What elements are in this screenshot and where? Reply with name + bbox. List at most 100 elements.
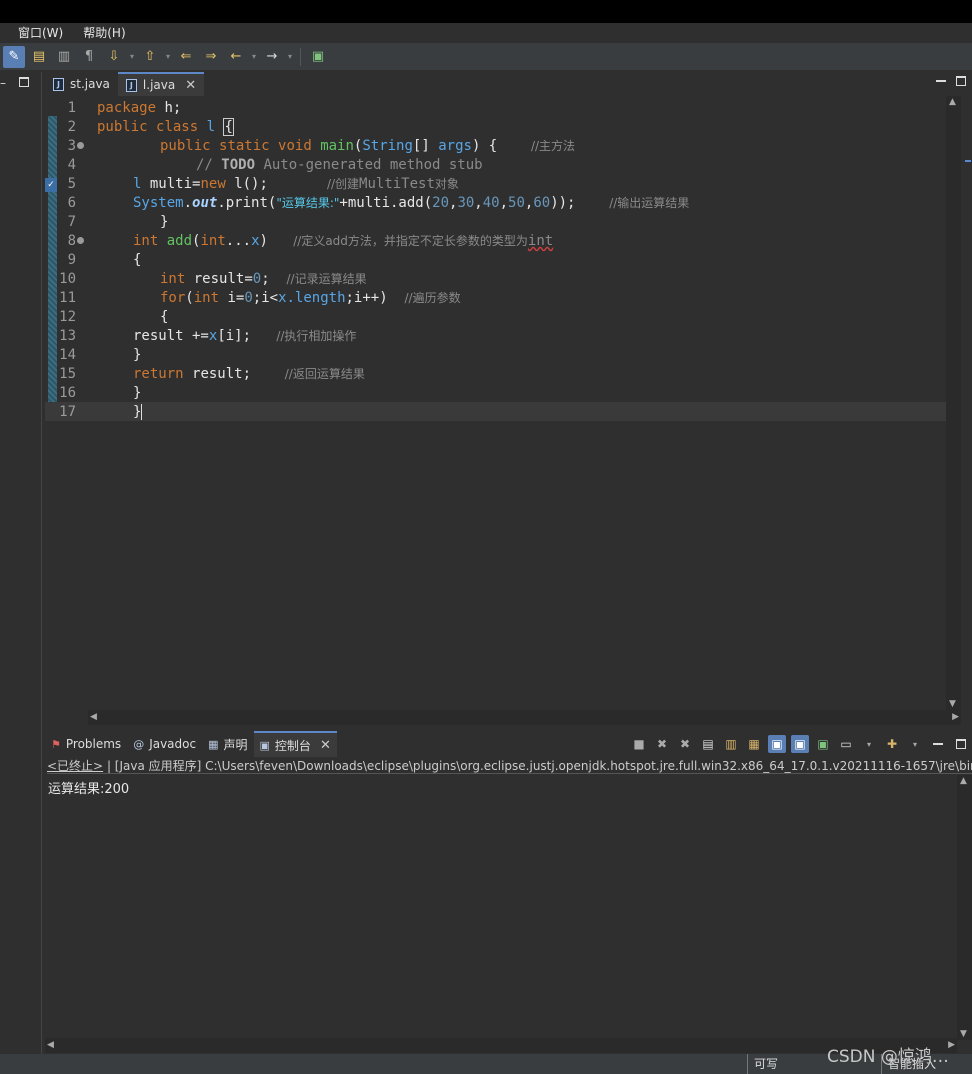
code-line: 13 result +=x[i]; //执行相加操作: [59, 327, 357, 345]
toggle-word-wrap-icon[interactable]: ▥: [53, 46, 75, 68]
back-icon[interactable]: ←: [225, 46, 247, 68]
console-status-line: <已终止> | [Java 应用程序] C:\Users\feven\Downl…: [47, 759, 972, 774]
tab-problems[interactable]: ⚑ Problems: [45, 731, 127, 757]
maximize-icon[interactable]: [19, 77, 29, 87]
open-console-icon[interactable]: ✚: [883, 735, 901, 753]
minimize-icon[interactable]: [933, 743, 943, 745]
minimize-icon[interactable]: [936, 80, 946, 82]
maximize-icon[interactable]: [956, 739, 966, 749]
menu-bar: 窗口(W) 帮助(H): [0, 23, 972, 42]
tab-console[interactable]: ▣ 控制台 ✕: [253, 731, 337, 757]
code-line: 12 {: [59, 308, 169, 325]
menu-help[interactable]: 帮助(H): [83, 24, 125, 41]
problems-icon: ⚑: [51, 737, 61, 751]
toolbar-separator: [300, 47, 301, 66]
tab-declaration[interactable]: ▦ 声明: [202, 731, 253, 757]
tab-javadoc[interactable]: @ Javadoc: [127, 731, 202, 757]
main-toolbar: ✎ ▤ ▥ ¶ ⇩ ▾ ⇧ ▾ ⇐ ⇒ ← ▾ → ▾ ▣: [0, 43, 972, 70]
tab-label: st.java: [70, 77, 110, 91]
editor-window-controls: [936, 76, 966, 86]
scroll-up-icon[interactable]: ▲: [960, 776, 967, 786]
window-title-bar: [0, 0, 972, 23]
scroll-left-icon[interactable]: ◀: [47, 1040, 54, 1050]
code-line: 5 l multi=new l(); //创建MultiTest对象: [67, 175, 459, 193]
chevron-down-icon[interactable]: ▾: [906, 735, 924, 753]
editor-vertical-scrollbar[interactable]: ▲ ▼: [946, 96, 961, 710]
remove-all-terminated-icon[interactable]: ✖: [676, 735, 694, 753]
declaration-icon: ▦: [208, 737, 219, 751]
overview-mark[interactable]: [965, 160, 971, 162]
scroll-right-icon[interactable]: ▶: [952, 712, 959, 722]
close-icon[interactable]: ✕: [185, 78, 196, 93]
menu-window[interactable]: 窗口(W): [18, 24, 63, 41]
display-console-icon[interactable]: ▭: [837, 735, 855, 753]
console-vertical-scrollbar[interactable]: ▲ ▼: [957, 775, 972, 1040]
tab-l-java[interactable]: J l.java ✕: [117, 72, 205, 96]
java-file-icon: J: [53, 77, 64, 91]
toggle-mark-occurrences-icon[interactable]: ✎: [3, 45, 25, 68]
code-line: 4 // TODO Auto-generated method stub: [67, 156, 483, 173]
show-on-stderr-icon[interactable]: ▣: [791, 735, 809, 753]
code-line: 7 }: [67, 213, 169, 230]
console-horizontal-scrollbar[interactable]: ◀ ▶: [45, 1038, 957, 1053]
code-line: 11 for(int i=0;i<x.length;i++) //遍历参数: [59, 289, 461, 307]
editor-horizontal-scrollbar[interactable]: ◀ ▶: [88, 710, 961, 725]
chevron-down-icon[interactable]: ▾: [164, 52, 172, 61]
chevron-down-icon[interactable]: ▾: [860, 735, 878, 753]
scroll-down-icon[interactable]: ▼: [960, 1029, 967, 1039]
toggle-block-selection-icon[interactable]: ▤: [28, 46, 50, 68]
scroll-down-icon[interactable]: ▼: [949, 699, 956, 709]
code-line: 1 package h;: [67, 99, 182, 116]
code-line: 2 public class l {: [67, 117, 234, 136]
open-console-icon[interactable]: ▣: [307, 46, 329, 68]
console-toolbar: ■ ✖ ✖ ▤ ▥ ▦ ▣ ▣ ▣ ▭ ▾ ✚ ▾: [630, 735, 966, 753]
terminate-icon[interactable]: ■: [630, 735, 648, 753]
close-icon[interactable]: ✕: [320, 738, 331, 753]
console-icon: ▣: [259, 738, 270, 752]
java-file-icon: J: [125, 78, 137, 92]
overview-ruler[interactable]: [963, 96, 972, 710]
code-line: 6 System.out.print("运算结果:"+multi.add(20,…: [67, 194, 690, 212]
console-output: 运算结果:200: [48, 782, 130, 797]
show-whitespace-icon[interactable]: ¶: [78, 46, 100, 68]
scroll-up-icon[interactable]: ▲: [949, 97, 956, 107]
scroll-left-icon[interactable]: ◀: [90, 712, 97, 722]
code-line: 8 int add(int...x) //定义add方法，并指定不定长参数的类型…: [67, 232, 554, 250]
pin-console-icon[interactable]: ▣: [814, 735, 832, 753]
scroll-lock-icon[interactable]: ▥: [722, 735, 740, 753]
code-line: 16 }: [59, 384, 142, 401]
word-wrap-icon[interactable]: ▦: [745, 735, 763, 753]
fold-marker-icon[interactable]: [77, 142, 84, 149]
code-line: 14 }: [59, 346, 142, 363]
text-cursor: [141, 403, 143, 420]
previous-annotation-icon[interactable]: ⇧: [139, 46, 161, 68]
code-line: 9 {: [67, 251, 142, 268]
code-line: 10 int result=0; //记录运算结果: [59, 270, 367, 288]
last-edit-location-icon[interactable]: ⇐: [175, 46, 197, 68]
code-line: 15 return result; //返回运算结果: [59, 365, 365, 383]
clear-console-icon[interactable]: ▤: [699, 735, 717, 753]
chevron-down-icon[interactable]: ▾: [286, 52, 294, 61]
current-code-line: 17 }: [45, 402, 961, 421]
maximize-icon[interactable]: [956, 76, 966, 86]
left-minimized-panel: –: [0, 72, 42, 1057]
code-editor[interactable]: ✓ 1 package h; 2 public class l { 3 publ…: [45, 96, 961, 710]
watermark: CSDN @惊鸿…: [827, 1047, 949, 1067]
chevron-down-icon[interactable]: ▾: [128, 52, 136, 61]
editor-area: J st.java J l.java ✕ ✓ 1 package h; 2 pu…: [45, 72, 972, 727]
console-view: ⚑ Problems @ Javadoc ▦ 声明 ▣ 控制台 ✕ ■ ✖ ✖ …: [45, 731, 972, 1053]
show-on-stdout-icon[interactable]: ▣: [768, 735, 786, 753]
editor-tabs: J st.java J l.java ✕: [45, 72, 972, 96]
tab-st-java[interactable]: J st.java: [45, 72, 118, 96]
minimize-icon[interactable]: –: [0, 76, 6, 90]
chevron-down-icon[interactable]: ▾: [250, 52, 258, 61]
scroll-right-icon[interactable]: ▶: [948, 1040, 955, 1050]
next-annotation-icon[interactable]: ⇩: [103, 46, 125, 68]
javadoc-icon: @: [133, 737, 145, 751]
tab-label: l.java: [142, 78, 176, 92]
next-edit-location-icon[interactable]: ⇒: [200, 46, 222, 68]
remove-launch-icon[interactable]: ✖: [653, 735, 671, 753]
code-line: 3 public static void main(String[] args)…: [67, 137, 576, 155]
fold-marker-icon[interactable]: [77, 237, 84, 244]
forward-icon[interactable]: →: [261, 46, 283, 68]
